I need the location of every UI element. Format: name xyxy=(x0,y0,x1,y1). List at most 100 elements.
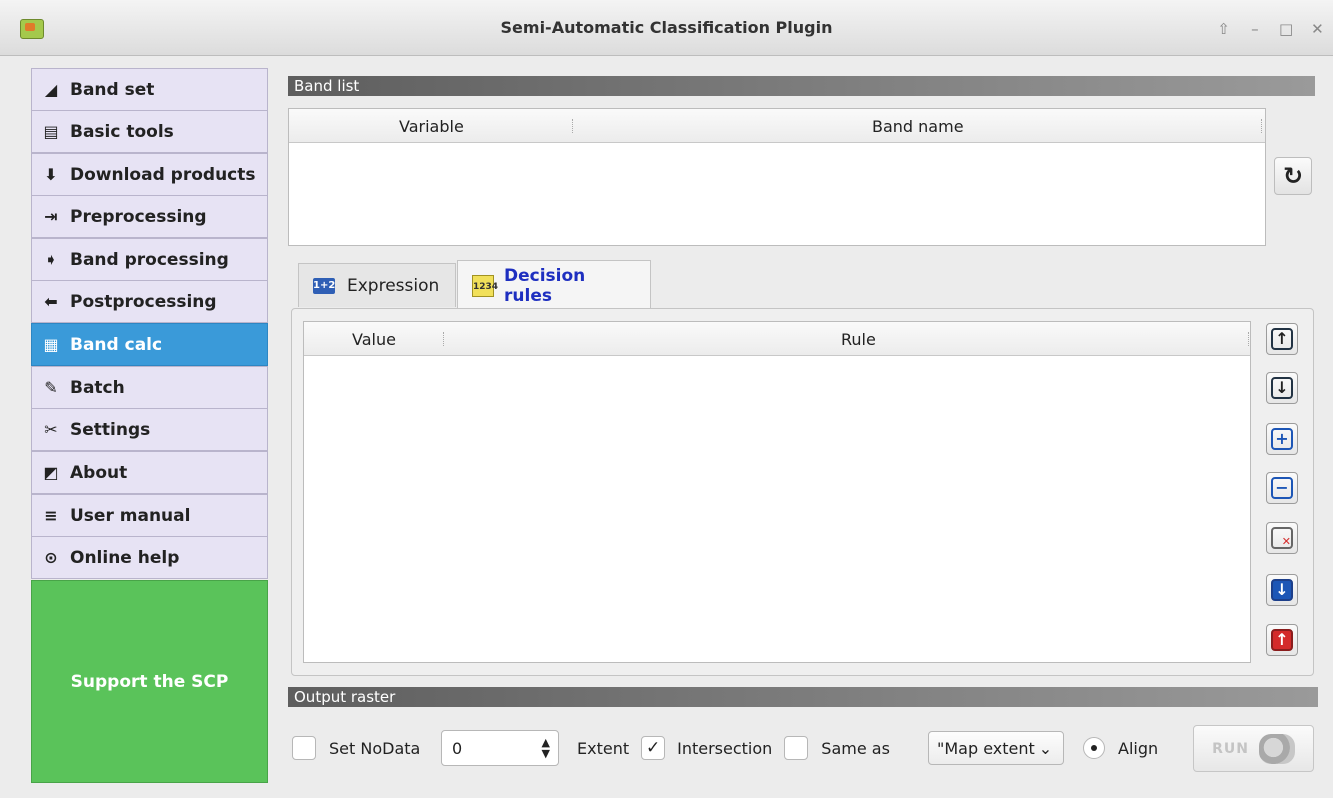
same-as-select[interactable]: "Map extent ⌄ xyxy=(928,731,1064,765)
download-icon: ⬇ xyxy=(44,165,58,184)
minus-icon: − xyxy=(1271,477,1293,499)
remove-rule-button[interactable]: − xyxy=(1266,472,1298,504)
sidebar-item-band-set[interactable]: ◢ Band set xyxy=(31,68,268,111)
tab-label: Expression xyxy=(347,275,440,296)
sidebar-item-label: Basic tools xyxy=(70,121,174,142)
sidebar-item-label: Settings xyxy=(70,419,151,440)
arrow-up-icon: ↑ xyxy=(1271,328,1293,350)
intersection-label: Intersection xyxy=(677,738,773,758)
plus-icon: + xyxy=(1271,428,1293,450)
tab-label: Decision rules xyxy=(504,265,586,306)
sidebar-item-label: Band calc xyxy=(70,334,163,355)
same-as-value: "Map extent xyxy=(937,738,1035,758)
import-arrow-icon: ↑ xyxy=(1271,629,1293,651)
decision-rules-icon: 1234 xyxy=(472,274,498,297)
move-up-button[interactable]: ↑ xyxy=(1266,323,1298,355)
sidebar-item-label: Batch xyxy=(70,377,125,398)
same-as-checkbox[interactable] xyxy=(784,736,809,760)
sidebar-item-user-manual[interactable]: ≡ User manual xyxy=(31,494,268,537)
run-button[interactable]: RUN xyxy=(1193,725,1314,772)
sidebar-item-band-calc[interactable]: ▦ Band calc xyxy=(31,323,268,366)
nodata-value-spinbox[interactable]: 0 ▲ ▼ xyxy=(441,730,559,766)
rules-table-header: Value Rule xyxy=(304,322,1250,356)
nodata-value: 0 xyxy=(452,738,463,758)
tab-decision-rules[interactable]: 1234 Decision rules xyxy=(457,260,651,310)
expression-icon: 1+2 xyxy=(313,277,335,294)
same-as-label: Same as xyxy=(821,738,890,758)
import-rules-button[interactable]: ↑ xyxy=(1266,624,1298,656)
maximize-window-icon[interactable]: □ xyxy=(1275,20,1297,38)
postprocessing-icon: ⬅ xyxy=(44,292,58,311)
minimize-window-icon[interactable]: – xyxy=(1244,20,1266,38)
decision-rules-table[interactable]: Value Rule xyxy=(303,321,1251,663)
settings-icon: ✂ xyxy=(44,420,58,439)
sidebar: ◢ Band set ▤ Basic tools ⬇ Download prod… xyxy=(31,68,268,783)
sidebar-item-label: Band processing xyxy=(70,249,229,270)
title-bar: Semi-Automatic Classification Plugin ⇧ –… xyxy=(0,0,1333,56)
batch-icon: ✎ xyxy=(44,378,58,397)
sidebar-item-label: About xyxy=(70,462,128,483)
chevron-down-icon: ⌄ xyxy=(1038,738,1053,758)
band-list-header: Band list xyxy=(288,76,1315,96)
sidebar-item-label: User manual xyxy=(70,505,191,526)
export-rules-button[interactable]: ↓ xyxy=(1266,574,1298,606)
export-arrow-icon: ↓ xyxy=(1271,579,1293,601)
band-set-icon: ◢ xyxy=(44,80,58,99)
sidebar-item-postprocessing[interactable]: ⬅ Postprocessing xyxy=(31,280,268,323)
help-icon: ⊙ xyxy=(44,548,58,567)
sidebar-item-about[interactable]: ◩ About xyxy=(31,451,268,494)
sidebar-item-label: Band set xyxy=(70,79,155,100)
sidebar-item-download-products[interactable]: ⬇ Download products xyxy=(31,153,268,196)
about-icon: ◩ xyxy=(43,463,59,482)
sidebar-item-preprocessing[interactable]: ⇥ Preprocessing xyxy=(31,195,268,238)
sidebar-item-label: Postprocessing xyxy=(70,291,217,312)
sidebar-item-settings[interactable]: ✂ Settings xyxy=(31,408,268,451)
nodata-spin-wrap: 0 ▲ ▼ xyxy=(441,728,559,768)
basic-tools-icon: ▤ xyxy=(43,122,59,141)
nodata-row: Set NoData xyxy=(292,728,420,768)
sidebar-item-batch[interactable]: ✎ Batch xyxy=(31,366,268,409)
arrow-down-icon: ↓ xyxy=(1271,377,1293,399)
sidebar-item-label: Download products xyxy=(70,164,256,185)
extent-row: Extent ✓ Intersection Same as xyxy=(577,728,890,768)
column-separator xyxy=(572,119,574,133)
tab-expression[interactable]: 1+2 Expression xyxy=(298,263,456,307)
calculator-icon: ▦ xyxy=(43,335,59,354)
run-gear-icon xyxy=(1258,733,1295,764)
set-nodata-checkbox[interactable] xyxy=(292,736,316,760)
run-label: RUN xyxy=(1212,740,1249,757)
sidebar-item-online-help[interactable]: ⊙ Online help xyxy=(31,536,268,579)
spin-arrows-icon[interactable]: ▲ ▼ xyxy=(542,737,550,759)
refresh-icon: ↻ xyxy=(1282,162,1304,190)
align-radio[interactable] xyxy=(1083,737,1105,759)
sidebar-item-label: Preprocessing xyxy=(70,206,207,227)
column-separator xyxy=(443,332,445,346)
radio-dot xyxy=(1091,745,1097,751)
refresh-band-list-button[interactable]: ↻ xyxy=(1274,157,1312,195)
column-band-name[interactable]: Band name xyxy=(872,117,964,136)
clear-table-button[interactable]: ✕ xyxy=(1266,522,1298,554)
sidebar-item-band-processing[interactable]: ➧ Band processing xyxy=(31,238,268,281)
column-separator xyxy=(1248,332,1250,346)
intersection-checkbox[interactable]: ✓ xyxy=(641,736,666,760)
clear-table-icon: ✕ xyxy=(1271,527,1293,549)
extent-label: Extent xyxy=(577,738,630,758)
column-value[interactable]: Value xyxy=(352,330,396,349)
sidebar-item-basic-tools[interactable]: ▤ Basic tools xyxy=(31,110,268,153)
preprocessing-icon: ⇥ xyxy=(44,207,58,226)
output-raster-header: Output raster xyxy=(288,687,1318,707)
align-label: Align xyxy=(1118,738,1159,758)
band-list-table[interactable]: Variable Band name xyxy=(288,108,1266,246)
column-variable[interactable]: Variable xyxy=(399,117,464,136)
shade-window-icon[interactable]: ⇧ xyxy=(1213,20,1235,38)
align-row: Align xyxy=(1083,728,1158,768)
same-as-select-wrap: "Map extent ⌄ xyxy=(928,728,1064,768)
window-title: Semi-Automatic Classification Plugin xyxy=(500,18,833,37)
add-rule-button[interactable]: + xyxy=(1266,423,1298,455)
close-window-icon[interactable]: ✕ xyxy=(1306,20,1328,38)
support-scp-button[interactable]: Support the SCP xyxy=(31,580,268,783)
column-rule[interactable]: Rule xyxy=(841,330,876,349)
manual-icon: ≡ xyxy=(44,506,58,525)
band-processing-icon: ➧ xyxy=(44,250,58,269)
move-down-button[interactable]: ↓ xyxy=(1266,372,1298,404)
